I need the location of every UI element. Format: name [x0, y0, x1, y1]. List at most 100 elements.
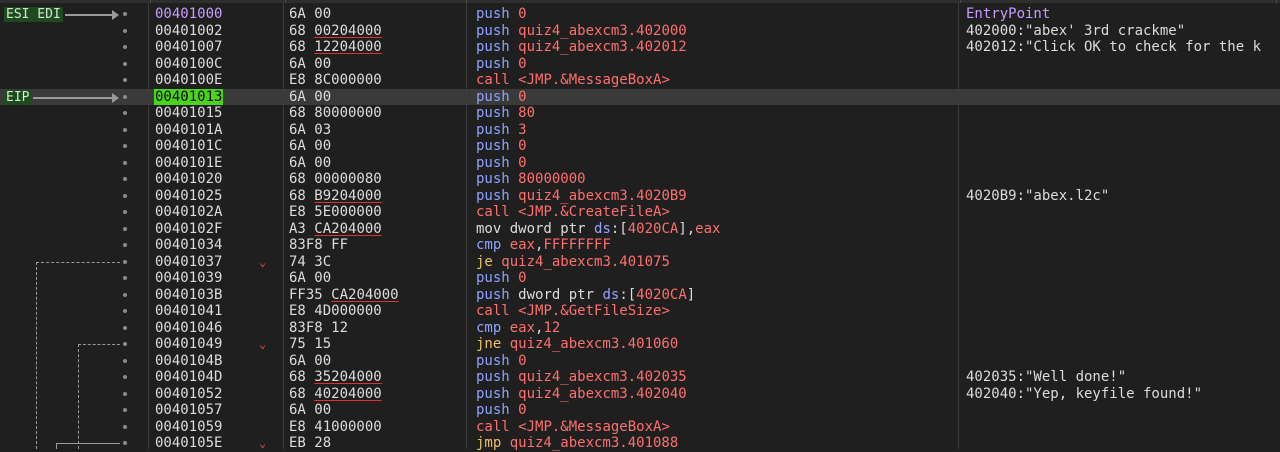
disasm-row[interactable]: 0040102F A3 CA204000 mov dword ptr ds:[402…: [0, 221, 1280, 238]
disasm-row[interactable]: 0040105E ⌄ EB 28 jmp quiz4_abexcm3.401088: [0, 435, 1280, 452]
instruction-cell: je quiz4_abexcm3.401075: [476, 254, 670, 271]
breakpoint-dot[interactable]: [123, 177, 127, 181]
breakpoint-dot[interactable]: [123, 424, 127, 429]
address-text: 0040102F: [155, 220, 223, 237]
instruction-token: 4020CA: [636, 286, 687, 303]
breakpoint-dot[interactable]: [123, 276, 127, 280]
disasm-row[interactable]: 00401039 6A 00 push 0: [0, 270, 1280, 287]
disasm-row[interactable]: 00401015 68 80000000 push 80: [0, 105, 1280, 122]
instruction-token: <JMP.&CreateFileA>: [518, 204, 670, 220]
address-text: 00401013: [154, 88, 224, 105]
comment-cell: EntryPoint: [966, 6, 1051, 22]
disasm-row[interactable]: 0040100C 6A 00 push 0: [0, 56, 1280, 73]
breakpoint-dot[interactable]: [123, 28, 127, 33]
byte-token: 40204000: [314, 385, 382, 402]
byte-token: 6A 00: [289, 55, 332, 72]
disasm-row[interactable]: 00401002 68 00204000 push quiz4_abexcm3.40…: [0, 23, 1280, 40]
breakpoint-dot[interactable]: [123, 210, 127, 214]
breakpoint-dot[interactable]: [123, 127, 127, 132]
disasm-row[interactable]: 00401041 E8 4D000000 call <JMP.&GetFileSiz…: [0, 303, 1280, 320]
disasm-row[interactable]: 00401049 ⌄ 75 15 jne quiz4_abexcm3.401060: [0, 336, 1280, 353]
breakpoint-dot[interactable]: [123, 61, 127, 66]
byte-token: E8 5E000000: [289, 204, 382, 220]
address-text: 0040100E: [155, 72, 223, 88]
address-cell: 00401037: [155, 254, 223, 271]
breakpoint-dot[interactable]: [123, 243, 127, 247]
disasm-row[interactable]: 00401034 83F8 FF cmp eax,FFFFFFFF: [0, 237, 1280, 254]
breakpoint-dot[interactable]: [123, 358, 127, 363]
address-text: 0040101E: [155, 154, 223, 171]
address-text: 00401002: [155, 22, 223, 39]
comment-cell: 402012:"Click OK to check for the k: [966, 39, 1262, 55]
address-text: 00401007: [155, 39, 223, 55]
disasm-row[interactable]: 0040104D 68 35204000 push quiz4_abexcm3.40…: [0, 369, 1280, 386]
instruction-token: push: [476, 187, 519, 204]
breakpoint-dot[interactable]: [123, 292, 127, 297]
disasm-row[interactable]: 0040104B 6A 00 push 0: [0, 353, 1280, 370]
jump-line: [56, 443, 57, 449]
address-cell: 0040100C: [155, 56, 223, 73]
breakpoint-dot[interactable]: [123, 391, 127, 396]
breakpoint-dot[interactable]: [123, 226, 127, 231]
disasm-row[interactable]: 0040101A 6A 03 push 3: [0, 122, 1280, 139]
breakpoint-dot[interactable]: [123, 325, 127, 330]
bytes-cell: 74 3C: [289, 254, 331, 271]
breakpoint-dot[interactable]: [123, 441, 127, 445]
jump-direction-icon: ⌄: [259, 254, 267, 269]
breakpoint-dot[interactable]: [123, 12, 127, 16]
breakpoint-dot[interactable]: [123, 160, 127, 165]
address-cell: 0040101E: [155, 155, 223, 172]
instruction-token: push: [476, 121, 519, 138]
byte-token: 68: [289, 385, 315, 402]
column-separator: [958, 3, 959, 449]
disasm-row[interactable]: 00401025 68 B9204000 push quiz4_abexcm3.40…: [0, 188, 1280, 205]
disasm-row[interactable]: 00401007 68 12204000 push quiz4_abexcm3.40…: [0, 39, 1280, 56]
breakpoint-dot[interactable]: [123, 408, 127, 412]
instruction-token: 0: [518, 6, 527, 22]
breakpoint-dot[interactable]: [123, 45, 127, 49]
disassembly-view[interactable]: 00401000 6A 00 push 0 EntryPoint 00401002 68 …: [0, 0, 1280, 452]
disasm-row[interactable]: 0040100E E8 8C000000 call <JMP.&MessageBox…: [0, 72, 1280, 89]
disasm-row[interactable]: 00401057 6A 00 push 0: [0, 402, 1280, 419]
disasm-row[interactable]: 00401000 6A 00 push 0 EntryPoint: [0, 6, 1280, 23]
breakpoint-dot[interactable]: [123, 342, 127, 346]
disasm-row[interactable]: 00401020 68 00000080 push 80000000: [0, 171, 1280, 188]
disasm-row[interactable]: 00401037 ⌄ 74 3C je quiz4_abexcm3.401075: [0, 254, 1280, 271]
instruction-token: call: [476, 204, 519, 220]
instruction-cell: push 0: [476, 353, 527, 370]
byte-token: 68: [289, 22, 315, 39]
instruction-token: dword ptr: [518, 286, 603, 303]
breakpoint-dot[interactable]: [123, 193, 127, 198]
current-instruction-row[interactable]: 00401013 6A 00 push 0: [0, 88, 1280, 106]
disasm-row[interactable]: 00401046 83F8 12 cmp eax,12: [0, 320, 1280, 337]
instruction-token: quiz4_abexcm3.4020B9: [518, 187, 687, 204]
address-cell: 00401013: [154, 88, 224, 106]
address-cell: 00401039: [155, 270, 223, 287]
breakpoint-dot[interactable]: [123, 375, 127, 379]
address-cell: 00401059: [155, 419, 223, 436]
breakpoint-dot[interactable]: [123, 94, 127, 99]
disasm-row[interactable]: 0040102A E8 5E000000 call <JMP.&CreateFile…: [0, 204, 1280, 221]
breakpoint-dot[interactable]: [123, 309, 127, 313]
address-text: 00401000: [155, 6, 223, 22]
breakpoint-dot[interactable]: [123, 78, 127, 82]
breakpoint-dot[interactable]: [123, 111, 127, 115]
column-header-divider: [285, 0, 286, 3]
disasm-row[interactable]: 0040103B FF35 CA204000 push dword ptr ds:[…: [0, 287, 1280, 304]
instruction-cell: push quiz4_abexcm3.402035: [476, 369, 687, 386]
comment-cell: 402000:"abex' 3rd crackme": [966, 22, 1186, 39]
disasm-row[interactable]: 0040101E 6A 00 push 0: [0, 155, 1280, 172]
disasm-row[interactable]: 00401059 E8 41000000 call <JMP.&MessageBox…: [0, 419, 1280, 436]
breakpoint-dot[interactable]: [123, 259, 127, 264]
address-text: 0040100C: [155, 55, 223, 72]
address-text: 0040104B: [155, 352, 223, 369]
bytes-cell: 83F8 12: [289, 320, 348, 337]
instruction-token: :[: [610, 220, 628, 237]
disasm-row[interactable]: 00401052 68 40204000 push quiz4_abexcm3.40…: [0, 386, 1280, 403]
disasm-row[interactable]: 0040101C 6A 00 push 0: [0, 138, 1280, 155]
byte-token: 00204000: [314, 22, 382, 39]
byte-token: 6A 00: [289, 138, 332, 154]
instruction-token: quiz4_abexcm3.401060: [509, 336, 679, 352]
breakpoint-dot[interactable]: [123, 144, 127, 148]
instruction-cell: push quiz4_abexcm3.402012: [476, 39, 687, 56]
